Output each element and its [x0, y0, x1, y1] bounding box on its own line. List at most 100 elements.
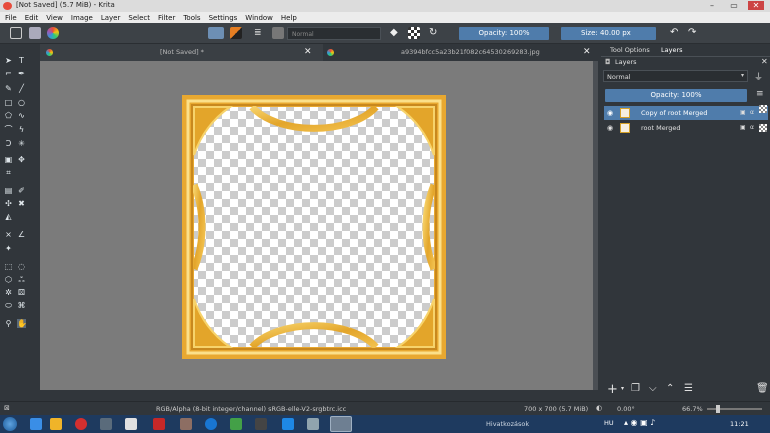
text-tool-icon[interactable]: T	[17, 56, 26, 65]
menu-image[interactable]: Image	[71, 14, 93, 22]
app-icon-4[interactable]	[100, 418, 112, 430]
polyline-tool-icon[interactable]: ∿	[17, 111, 26, 120]
close-window-button[interactable]: ✕	[748, 1, 764, 10]
tab-tool-options[interactable]: Tool Options	[610, 46, 650, 54]
explorer-icon[interactable]	[50, 418, 62, 430]
close-tab-icon[interactable]: ✕	[304, 44, 312, 61]
dynamic-brush-icon[interactable]: Ↄ	[4, 139, 13, 148]
edit-shapes-icon[interactable]: ⌐	[4, 69, 13, 78]
ellipse-tool-icon[interactable]: ○	[17, 98, 26, 107]
visibility-eye-icon[interactable]: ◉	[607, 121, 613, 135]
start-button-icon[interactable]	[3, 417, 17, 431]
gradient-icon[interactable]: ≣	[254, 27, 266, 39]
tab-layers[interactable]: Layers	[661, 46, 683, 54]
freehand-select-icon[interactable]: ஃ	[17, 275, 26, 284]
brush-preset-icon[interactable]	[208, 27, 224, 39]
menu-help[interactable]: Help	[281, 14, 297, 22]
layer-menu-icon[interactable]: ≡	[756, 89, 764, 99]
menu-settings[interactable]: Settings	[209, 14, 238, 22]
layer-blend-mode-select[interactable]: Normal ▾	[603, 70, 748, 82]
freehand-path-icon[interactable]: ϟ	[17, 125, 26, 134]
redo-icon[interactable]: ↷	[688, 27, 700, 39]
polygon-select-icon[interactable]: ⬡	[4, 275, 13, 284]
save-icon[interactable]	[29, 27, 41, 39]
layer-opacity-slider[interactable]: Opacity: 100%	[605, 89, 747, 102]
assistant-tool-icon[interactable]: ⨯	[4, 230, 13, 239]
layer-row-root-merged[interactable]: ◉ root Merged ▣ α	[604, 121, 768, 135]
inherit-alpha-icon[interactable]	[759, 105, 767, 113]
visibility-eye-icon[interactable]: ◉	[607, 106, 613, 120]
app-icon-6[interactable]	[153, 418, 165, 430]
multibrush-icon[interactable]: ✳	[17, 139, 26, 148]
gradient-tool-icon[interactable]: ▤	[4, 186, 13, 195]
delete-layer-icon[interactable]: 🗑	[756, 383, 769, 394]
zoom-slider-handle[interactable]	[716, 405, 720, 413]
crop-tool-icon[interactable]: ⌗	[4, 168, 13, 177]
layer-properties-icon[interactable]: ☰	[684, 383, 693, 394]
menu-edit[interactable]: Edit	[25, 14, 39, 22]
rect-select-icon[interactable]: ⬚	[4, 262, 13, 271]
minimize-button[interactable]: –	[704, 1, 720, 10]
bezier-select-icon[interactable]: ⬭	[4, 301, 13, 310]
transform-tool-icon[interactable]: ▣	[4, 155, 13, 164]
fg-bg-color-icon[interactable]	[230, 27, 242, 39]
krita-taskbar-icon[interactable]	[330, 416, 352, 432]
app-icon-12[interactable]	[307, 418, 319, 430]
menu-layer[interactable]: Layer	[101, 14, 121, 22]
lock-icon[interactable]: ▣	[740, 121, 746, 135]
bezier-tool-icon[interactable]: ⌒	[4, 125, 13, 134]
tab-jpg[interactable]: a9394bfcc5a23b21f082c64530269283.jpg ✕	[323, 44, 598, 61]
undo-icon[interactable]: ↶	[670, 27, 682, 39]
pattern-icon[interactable]	[272, 27, 284, 39]
close-tab-icon[interactable]: ✕	[583, 44, 591, 61]
app-icon-10[interactable]	[255, 418, 267, 430]
alpha-lock-icon[interactable]: α	[750, 106, 754, 120]
tab-not-saved[interactable]: [Not Saved] * ✕	[46, 44, 316, 61]
ellipse-select-icon[interactable]: ◌	[17, 262, 26, 271]
rectangle-tool-icon[interactable]: □	[4, 98, 13, 107]
opacity-slider[interactable]: Opacity: 100%	[459, 27, 549, 40]
ie-icon[interactable]	[30, 418, 42, 430]
move-up-icon[interactable]: ⌃	[666, 383, 674, 394]
reference-tool-icon[interactable]: ✦	[4, 244, 13, 253]
similar-select-icon[interactable]: ⚄	[17, 288, 26, 297]
maximize-button[interactable]: ▭	[726, 1, 742, 10]
app-icon-5[interactable]	[125, 418, 137, 430]
color-wheel-icon[interactable]	[47, 27, 59, 39]
inherit-alpha-icon[interactable]	[759, 124, 767, 132]
tray-links-label[interactable]: Hivatkozások	[486, 420, 529, 428]
menu-filter[interactable]: Filter	[158, 14, 175, 22]
dock-float-icon[interactable]: ◘	[605, 58, 611, 66]
opera-icon[interactable]	[75, 418, 87, 430]
menu-tools[interactable]: Tools	[183, 14, 200, 22]
line-tool-icon[interactable]: ╱	[17, 84, 26, 93]
preserve-alpha-icon[interactable]	[408, 27, 420, 39]
menu-window[interactable]: Window	[245, 14, 273, 22]
duplicate-layer-icon[interactable]: ❐	[631, 383, 640, 394]
lock-icon[interactable]: ▣	[740, 106, 746, 120]
zoom-tool-icon[interactable]: ⚲	[4, 319, 13, 328]
menu-select[interactable]: Select	[128, 14, 150, 22]
measure-tool-icon[interactable]: ∠	[17, 230, 26, 239]
menu-view[interactable]: View	[46, 14, 63, 22]
bluetooth-app-icon[interactable]	[205, 418, 217, 430]
app-icon-7[interactable]	[180, 418, 192, 430]
alpha-lock-icon[interactable]: α	[750, 121, 754, 135]
color-picker-icon[interactable]: ✐	[17, 186, 26, 195]
tray-icons[interactable]: ▴ ◉ ▣ ♪	[624, 418, 655, 427]
smart-patch-icon[interactable]: ✣	[4, 199, 13, 208]
taskbar-clock[interactable]: 11:21	[730, 420, 749, 428]
fill-tool-icon[interactable]: ✖	[17, 199, 26, 208]
layer-row-copy-of-root-merged[interactable]: ◉ Copy of root Merged ▣ α	[604, 105, 768, 120]
menu-file[interactable]: File	[5, 14, 17, 22]
canvas-vertical-scrollbar[interactable]	[593, 61, 598, 390]
app-icon-9[interactable]	[230, 418, 242, 430]
new-document-icon[interactable]	[10, 27, 22, 39]
bucket-icon[interactable]: ◭	[4, 212, 13, 221]
freehand-brush-icon[interactable]: ✎	[4, 84, 13, 93]
pan-tool-icon[interactable]: ✋	[17, 319, 27, 328]
rotation-icon[interactable]: ◐	[596, 404, 602, 412]
contiguous-select-icon[interactable]: ✲	[4, 288, 13, 297]
move-tool-icon[interactable]: ✥	[17, 155, 26, 164]
calligraphy-icon[interactable]: ✒	[17, 69, 26, 78]
